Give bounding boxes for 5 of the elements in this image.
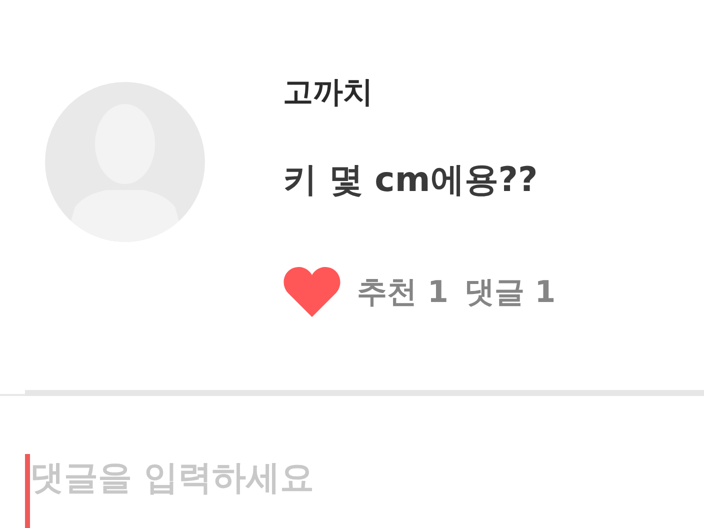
recommend-count: 추천 1	[357, 274, 448, 312]
comment-count: 댓글 1	[464, 274, 556, 312]
heart-icon[interactable]	[283, 265, 341, 319]
author-name: 고까치	[283, 74, 374, 112]
comment-text: 키 몇 cm에용??	[283, 159, 539, 202]
